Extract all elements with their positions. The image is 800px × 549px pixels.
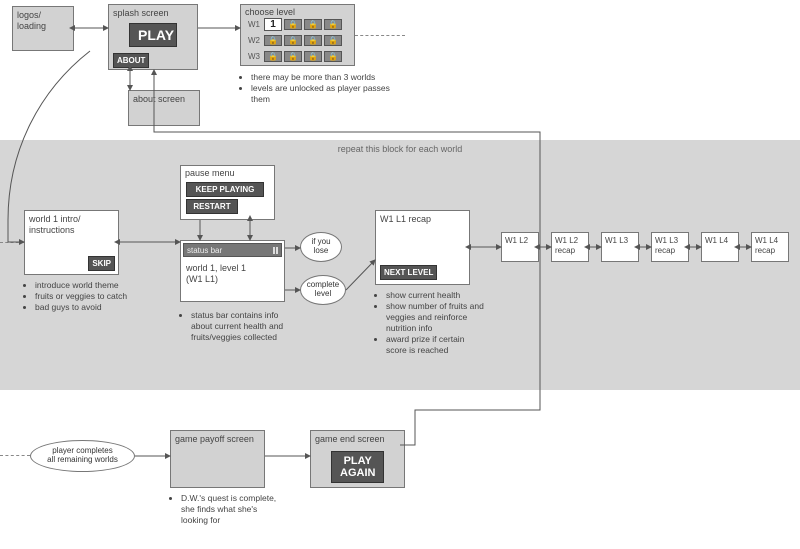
complete-level-bubble: complete level: [300, 275, 346, 305]
end-title: game end screen: [315, 434, 385, 445]
note-item: fruits or veggies to catch: [35, 291, 134, 302]
note-item: there may be more than 3 worlds: [251, 72, 400, 83]
chain-label: W1 L3: [605, 236, 628, 246]
about-screen-label: about screen: [133, 94, 185, 105]
choose-level-notes: there may be more than 3 worlds levels a…: [240, 72, 400, 105]
end-screen-box: game end screen PLAY AGAIN: [310, 430, 405, 488]
chain-box: W1 L4 recap: [751, 232, 789, 262]
note-item: bad guys to avoid: [35, 302, 134, 313]
level-title: world 1, level 1 (W1 L1): [186, 263, 246, 285]
repeat-block-title: repeat this block for each world: [338, 144, 463, 154]
level-cell-locked: 🔒: [324, 19, 342, 30]
dashed-bottom-entry: [0, 455, 30, 456]
next-level-button[interactable]: NEXT LEVEL: [380, 265, 437, 280]
level-row-label: W3: [248, 52, 262, 61]
level-cell-locked: 🔒: [304, 35, 322, 46]
restart-button[interactable]: RESTART: [186, 199, 238, 214]
level-cell-locked: 🔒: [264, 35, 282, 46]
if-you-lose-bubble: if you lose: [300, 232, 342, 262]
level-cell-locked: 🔒: [284, 51, 302, 62]
pause-menu-box: pause menu KEEP PLAYING RESTART: [180, 165, 275, 220]
level-cell-locked: 🔒: [284, 35, 302, 46]
level-cell-unlocked[interactable]: 1: [264, 18, 282, 31]
skip-button[interactable]: SKIP: [88, 256, 115, 271]
keep-playing-button[interactable]: KEEP PLAYING: [186, 182, 264, 197]
splash-screen-box: splash screen PLAY ABOUT: [108, 4, 198, 70]
world-intro-box: world 1 intro/ instructions SKIP: [24, 210, 119, 275]
play-again-button[interactable]: PLAY AGAIN: [331, 451, 384, 483]
payoff-notes: D.W.'s quest is complete, she finds what…: [170, 493, 280, 526]
about-screen-box: about screen: [128, 90, 200, 126]
world-intro-notes: introduce world theme fruits or veggies …: [24, 280, 134, 313]
recap-title: W1 L1 recap: [380, 214, 431, 225]
note-item: introduce world theme: [35, 280, 134, 291]
dashed-continuation: [355, 35, 405, 36]
chain-box: W1 L3 recap: [651, 232, 689, 262]
note-item: show current health: [386, 290, 485, 301]
world-intro-title: world 1 intro/ instructions: [29, 214, 81, 236]
recap-box: W1 L1 recap NEXT LEVEL: [375, 210, 470, 285]
level-row-label: W1: [248, 20, 262, 29]
chain-label: W1 L2 recap: [555, 236, 578, 255]
recap-notes: show current health show number of fruit…: [375, 290, 485, 356]
chain-label: W1 L3 recap: [655, 236, 678, 255]
chain-box: W1 L3: [601, 232, 639, 262]
note-item: status bar contains info about current h…: [191, 310, 295, 343]
note-item: show number of fruits and veggies and re…: [386, 301, 485, 334]
level-cell-locked: 🔒: [284, 19, 302, 30]
pause-menu-title: pause menu: [185, 168, 235, 179]
status-bar-label: status bar: [187, 246, 222, 255]
level-row-label: W2: [248, 36, 262, 45]
splash-title: splash screen: [113, 8, 169, 19]
level-cell-locked: 🔒: [324, 35, 342, 46]
note-item: award prize if certain score is reached: [386, 334, 485, 356]
level-cell-locked: 🔒: [264, 51, 282, 62]
status-bar: status bar: [183, 243, 282, 257]
level-cell-locked: 🔒: [324, 51, 342, 62]
about-button[interactable]: ABOUT: [113, 53, 149, 68]
chain-box: W1 L2: [501, 232, 539, 262]
level-notes: status bar contains info about current h…: [180, 310, 295, 343]
payoff-title: game payoff screen: [175, 434, 254, 445]
level-box: status bar world 1, level 1 (W1 L1): [180, 240, 285, 302]
level-cell-locked: 🔒: [304, 51, 322, 62]
note-item: D.W.'s quest is complete, she finds what…: [181, 493, 280, 526]
level-grid: W1 1 🔒 🔒 🔒 W2 🔒 🔒 🔒 🔒 W3 🔒 🔒 🔒 🔒: [248, 17, 342, 63]
pause-icon[interactable]: [273, 247, 278, 254]
dashed-entry: [0, 242, 24, 243]
logos-loading-label: logos/ loading: [17, 10, 46, 32]
chain-box: W1 L4: [701, 232, 739, 262]
chain-label: W1 L2: [505, 236, 528, 246]
play-button[interactable]: PLAY: [129, 23, 177, 47]
chain-box: W1 L2 recap: [551, 232, 589, 262]
logos-loading-box: logos/ loading: [12, 6, 74, 51]
level-cell-locked: 🔒: [304, 19, 322, 30]
payoff-screen-box: game payoff screen: [170, 430, 265, 488]
chain-label: W1 L4 recap: [755, 236, 778, 255]
chain-label: W1 L4: [705, 236, 728, 246]
note-item: levels are unlocked as player passes the…: [251, 83, 400, 105]
player-completes-bubble: player completes all remaining worlds: [30, 440, 135, 472]
